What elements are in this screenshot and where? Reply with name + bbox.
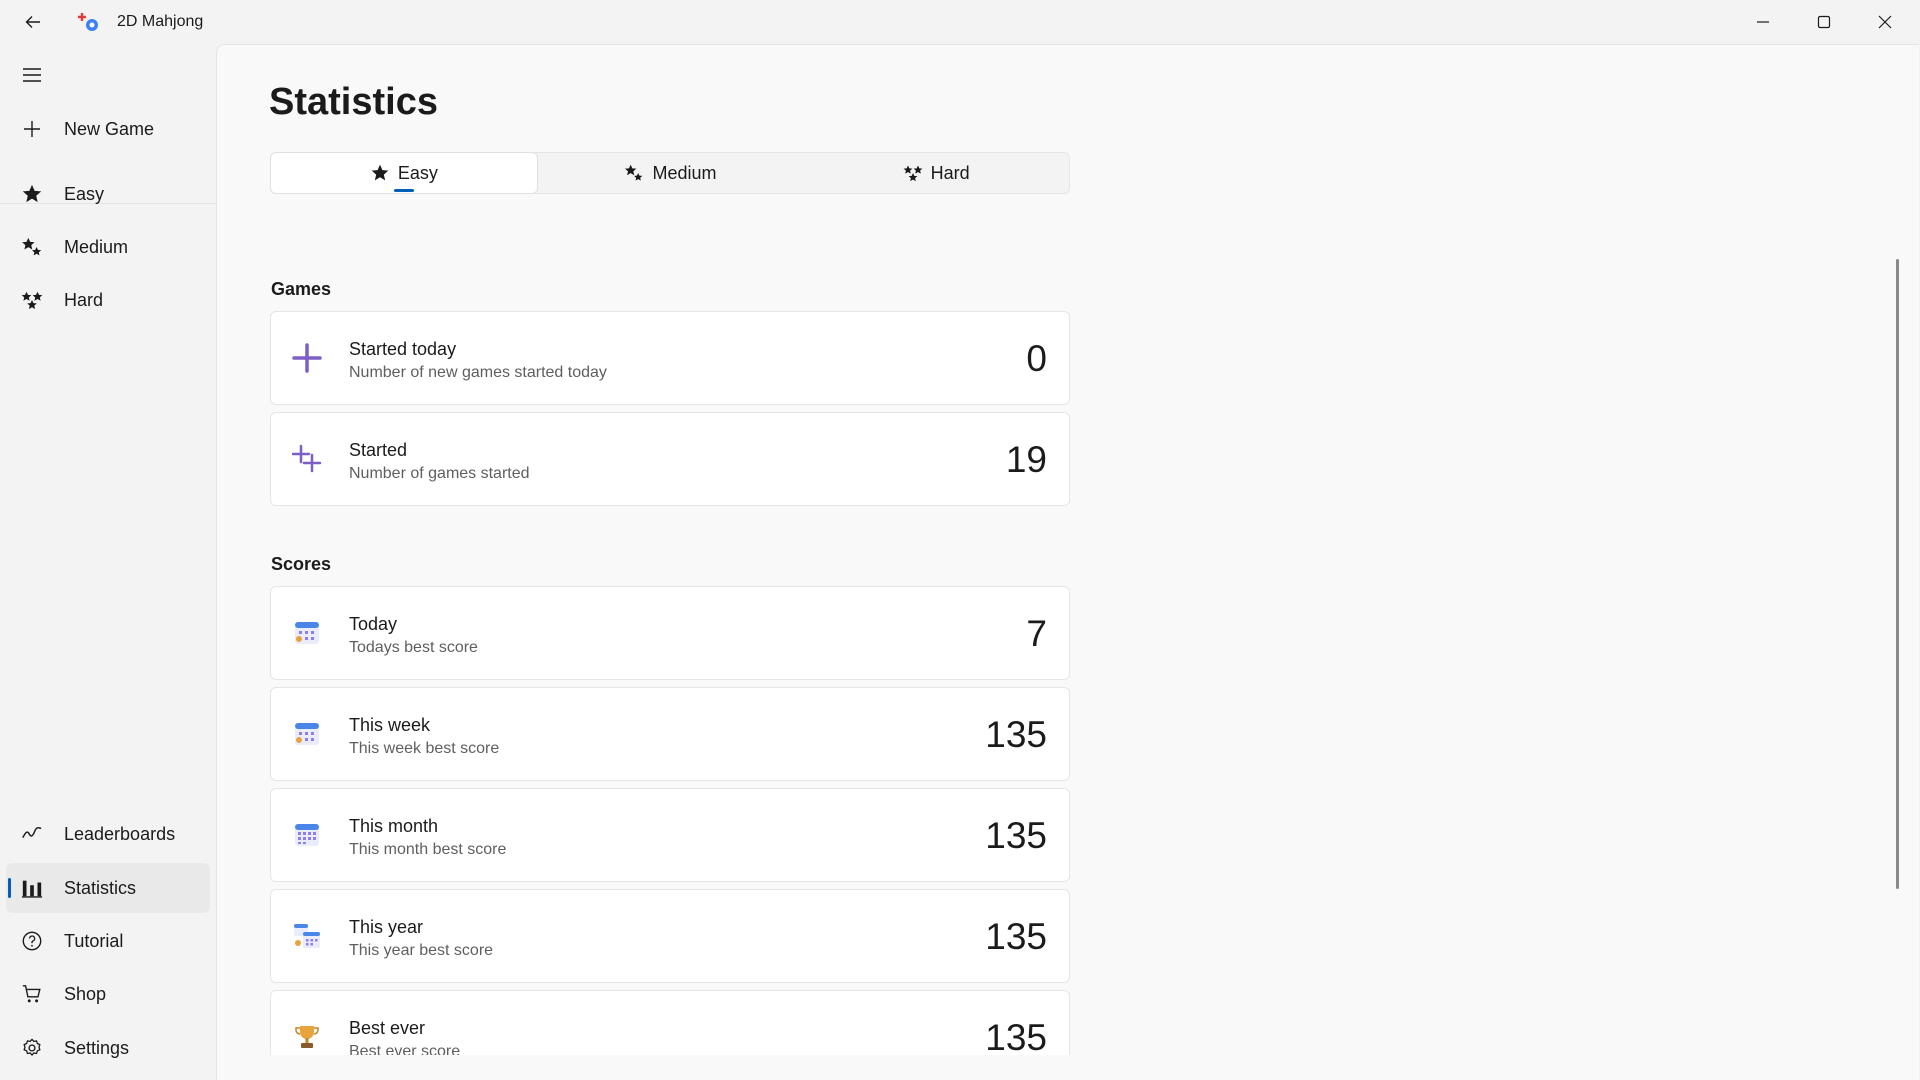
stat-title: Started today	[349, 339, 457, 359]
stat-title: Best ever	[349, 1018, 426, 1038]
tab-medium[interactable]: Medium	[538, 153, 804, 193]
page-title: Statistics	[269, 81, 438, 123]
sidebar-item-label: Statistics	[64, 877, 137, 898]
help-icon	[6, 930, 58, 952]
sidebar-item-tutorial[interactable]: Tutorial	[6, 916, 210, 966]
calendar-day-icon	[291, 617, 323, 649]
sidebar-item-hard[interactable]: Hard	[6, 275, 210, 325]
stat-card-started: Started Number of games started 19	[270, 412, 1070, 506]
tab-easy[interactable]: Easy	[270, 152, 538, 194]
stat-subtitle: Best ever score	[349, 1043, 461, 1055]
back-button[interactable]	[11, 0, 55, 44]
stars-medium-icon	[6, 236, 58, 258]
hamburger-menu-icon	[23, 68, 41, 82]
sidebar-item-label: Tutorial	[64, 930, 124, 951]
close-window-button[interactable]	[1854, 0, 1915, 44]
sidebar-item-shop[interactable]: Shop	[6, 969, 210, 1019]
hamburger-menu-button[interactable]	[6, 50, 210, 100]
plus-icon	[291, 342, 323, 374]
stars-hard-icon	[903, 165, 923, 182]
stat-card-this-year: This year This year best score 135	[270, 889, 1070, 983]
tab-hard[interactable]: Hard	[803, 153, 1069, 193]
sidebar-item-label: Leaderboards	[64, 823, 176, 844]
sidebar: New Game Easy Medium Hard Leaderboards S…	[0, 44, 216, 1080]
star-icon	[371, 164, 389, 181]
leaderboards-icon	[6, 823, 58, 845]
stat-title: This week	[349, 715, 431, 735]
stat-value: 7	[1026, 613, 1047, 654]
stat-value: 19	[1005, 439, 1047, 480]
scroll-viewport: Statistics Easy Medium Hard Games Starte…	[217, 45, 1920, 1055]
calendar-week-icon	[291, 718, 323, 750]
stat-value: 135	[985, 714, 1047, 755]
stat-value: 135	[985, 916, 1047, 957]
stat-card-this-week: This week This week best score 135	[270, 687, 1070, 781]
stars-medium-icon	[625, 164, 643, 181]
stat-subtitle: This year best score	[349, 942, 494, 959]
stat-card-started-today: Started today Number of new games starte…	[270, 311, 1070, 405]
minimize-icon	[1756, 21, 1769, 23]
sidebar-item-settings[interactable]: Settings	[6, 1023, 210, 1073]
stat-subtitle: Number of games started	[349, 465, 530, 482]
sidebar-item-label: Settings	[64, 1037, 130, 1058]
stat-subtitle: Number of new games started today	[349, 364, 607, 381]
stat-title: Today	[349, 614, 398, 634]
stat-value: 135	[985, 815, 1047, 856]
stat-title: This month	[349, 816, 439, 836]
sidebar-item-label: Shop	[64, 983, 107, 1004]
sidebar-item-label: New Game	[64, 118, 155, 139]
maximize-icon	[1817, 15, 1830, 29]
tab-label: Hard	[930, 162, 970, 183]
sidebar-item-label: Easy	[64, 183, 105, 204]
stat-title: This year	[349, 917, 424, 937]
stat-card-this-month: This month This month best score 135	[270, 788, 1070, 882]
calendar-month-icon	[291, 819, 323, 851]
stat-subtitle: Todays best score	[349, 639, 478, 656]
sidebar-item-easy[interactable]: Easy	[6, 169, 210, 219]
stat-subtitle: This week best score	[349, 740, 500, 757]
difficulty-tabs: Easy Medium Hard	[270, 152, 1070, 194]
back-arrow-icon	[25, 16, 40, 28]
stat-value: 135	[985, 1017, 1047, 1055]
gear-icon	[6, 1037, 58, 1059]
sidebar-item-label: Hard	[64, 289, 104, 310]
sidebar-item-medium[interactable]: Medium	[6, 222, 210, 272]
calendar-year-icon	[291, 920, 323, 952]
stat-value: 0	[1026, 338, 1047, 379]
sidebar-item-new-game[interactable]: New Game	[6, 104, 210, 154]
plus-icon	[24, 121, 40, 137]
statistics-icon	[6, 877, 58, 899]
stat-subtitle: This month best score	[349, 841, 507, 858]
sidebar-item-statistics[interactable]: Statistics	[6, 863, 210, 913]
app-title: 2D Mahjong	[117, 13, 204, 30]
close-icon	[1878, 15, 1891, 29]
tab-label: Easy	[397, 162, 438, 183]
star-icon	[6, 183, 58, 205]
maximize-button[interactable]	[1793, 0, 1854, 44]
title-bar: 2D Mahjong	[0, 0, 1920, 44]
window-controls	[1732, 0, 1920, 44]
tab-label: Medium	[652, 162, 717, 183]
section-title-scores: Scores	[271, 554, 332, 574]
stat-card-today: Today Todays best score 7	[270, 586, 1070, 680]
stat-card-best-ever: Best ever Best ever score 135	[270, 990, 1070, 1055]
vertical-scrollbar[interactable]	[1896, 259, 1899, 889]
main-content: Statistics Easy Medium Hard Games Starte…	[216, 44, 1919, 1080]
stat-title: Started	[349, 440, 408, 460]
stars-hard-icon	[6, 289, 58, 311]
section-title-games: Games	[271, 279, 332, 299]
minimize-button[interactable]	[1732, 0, 1793, 44]
sidebar-item-leaderboards[interactable]: Leaderboards	[6, 809, 210, 859]
app-logo-icon	[77, 10, 101, 34]
trophy-icon	[291, 1021, 323, 1053]
cart-icon	[6, 983, 58, 1005]
sidebar-item-label: Medium	[64, 236, 129, 257]
plus-multiple-icon	[291, 443, 323, 475]
